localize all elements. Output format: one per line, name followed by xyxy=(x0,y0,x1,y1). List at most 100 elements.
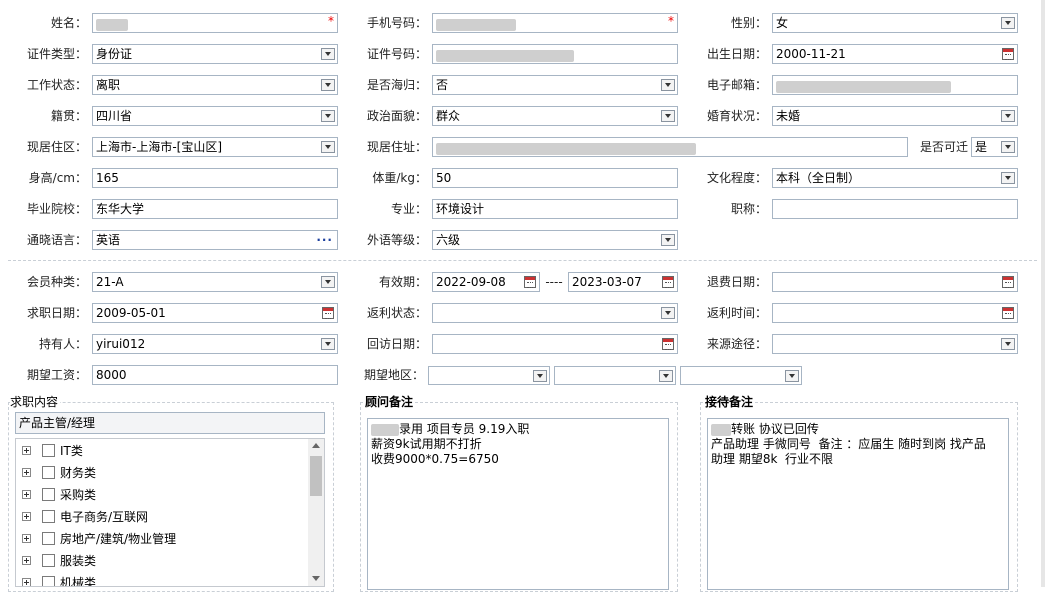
reception-notes-textarea[interactable]: 转账 协议已回传 产品助理 手微同号 备注 ：应届生 随时到岗 找产品 助理 期… xyxy=(707,418,1009,590)
lang-level-select[interactable]: 六级 xyxy=(432,230,678,250)
chevron-down-icon[interactable] xyxy=(533,370,547,382)
chevron-down-icon[interactable] xyxy=(659,370,673,382)
work-status-select[interactable]: 离职 xyxy=(92,75,338,95)
valid-to-field[interactable]: 2023-03-07 xyxy=(568,272,678,292)
id-number-field[interactable] xyxy=(432,44,678,64)
height-label: 身高/cm： xyxy=(28,171,87,185)
checkbox[interactable] xyxy=(42,444,55,457)
tree-item[interactable]: 服装类 xyxy=(16,550,306,572)
rebate-status-select[interactable] xyxy=(432,303,678,323)
chevron-down-icon[interactable] xyxy=(661,234,675,246)
chevron-down-icon[interactable] xyxy=(321,338,335,350)
returnee-select[interactable]: 否 xyxy=(432,75,678,95)
scroll-up-icon[interactable] xyxy=(312,443,320,448)
job-content-title: 求职内容 xyxy=(10,393,61,410)
tree-item[interactable]: 采购类 xyxy=(16,484,306,506)
tree-item[interactable]: IT类 xyxy=(16,440,306,462)
calendar-icon[interactable] xyxy=(1002,48,1014,60)
expand-icon[interactable] xyxy=(22,534,31,543)
chevron-down-icon[interactable] xyxy=(321,79,335,91)
tree-item[interactable]: 房地产/建筑/物业管理 xyxy=(16,528,306,550)
checkbox[interactable] xyxy=(42,488,55,501)
phone-field[interactable]: * xyxy=(432,13,678,33)
scroll-thumb[interactable] xyxy=(310,456,322,496)
member-type-select[interactable]: 21-A xyxy=(92,272,338,292)
expand-icon[interactable] xyxy=(22,556,31,565)
chevron-down-icon[interactable] xyxy=(321,110,335,122)
work-status-value: 离职 xyxy=(96,78,121,92)
name-field[interactable]: * xyxy=(92,13,338,33)
more-icon[interactable]: ··· xyxy=(316,231,333,249)
checkbox[interactable] xyxy=(42,466,55,479)
calendar-icon[interactable] xyxy=(1002,307,1014,319)
valid-from-field[interactable]: 2022-09-08 xyxy=(432,272,540,292)
checkbox[interactable] xyxy=(42,576,55,586)
visit-date-field[interactable] xyxy=(432,334,678,354)
political-select[interactable]: 群众 xyxy=(432,106,678,126)
region-select-1[interactable] xyxy=(428,366,550,385)
calendar-icon[interactable] xyxy=(524,276,536,288)
migrate-select[interactable]: 是 xyxy=(971,137,1018,157)
calendar-icon[interactable] xyxy=(662,276,674,288)
hometown-select[interactable]: 四川省 xyxy=(92,106,338,126)
holder-select[interactable]: yirui012 xyxy=(92,334,338,354)
tree-item-label: 电子商务/互联网 xyxy=(60,510,149,524)
salary-field[interactable]: 8000 xyxy=(92,365,338,385)
district-select[interactable]: 上海市-上海市-[宝山区] xyxy=(92,137,338,157)
refund-date-field[interactable] xyxy=(772,272,1018,292)
birth-date-field[interactable]: 2000-11-21 xyxy=(772,44,1018,64)
chevron-down-icon[interactable] xyxy=(1001,141,1015,153)
migrate-label: 是否可迁 xyxy=(919,140,968,154)
expand-icon[interactable] xyxy=(22,468,31,477)
tree-scrollbar[interactable] xyxy=(308,439,324,586)
chevron-down-icon[interactable] xyxy=(661,307,675,319)
checkbox[interactable] xyxy=(42,554,55,567)
expand-icon[interactable] xyxy=(22,578,31,586)
calendar-icon[interactable] xyxy=(322,307,334,319)
checkbox[interactable] xyxy=(42,510,55,523)
education-select[interactable]: 本科（全日制） xyxy=(772,168,1018,188)
chevron-down-icon[interactable] xyxy=(321,141,335,153)
rebate-time-field[interactable] xyxy=(772,303,1018,323)
major-field[interactable]: 环境设计 xyxy=(432,199,678,219)
language-field[interactable]: 英语 ··· xyxy=(92,230,338,250)
job-date-field[interactable]: 2009-05-01 xyxy=(92,303,338,323)
chevron-down-icon[interactable] xyxy=(661,79,675,91)
expand-icon[interactable] xyxy=(22,446,31,455)
expand-icon[interactable] xyxy=(22,512,31,521)
chevron-down-icon[interactable] xyxy=(1001,17,1015,29)
member-type-label: 会员种类： xyxy=(26,275,87,289)
source-select[interactable] xyxy=(772,334,1018,354)
district-value: 上海市-上海市-[宝山区] xyxy=(96,140,223,154)
marital-select[interactable]: 未婚 xyxy=(772,106,1018,126)
chevron-down-icon[interactable] xyxy=(1001,172,1015,184)
school-field[interactable]: 东华大学 xyxy=(92,199,338,219)
gender-select[interactable]: 女 xyxy=(772,13,1018,33)
job-selected-field[interactable]: 产品主管/经理 xyxy=(15,412,325,434)
title-field[interactable] xyxy=(772,199,1018,219)
tree-item[interactable]: 财务类 xyxy=(16,462,306,484)
chevron-down-icon[interactable] xyxy=(661,110,675,122)
chevron-down-icon[interactable] xyxy=(785,370,799,382)
region-select-3[interactable] xyxy=(680,366,802,385)
expand-icon[interactable] xyxy=(22,490,31,499)
language-label: 通晓语言： xyxy=(26,233,87,247)
calendar-icon[interactable] xyxy=(662,338,674,350)
region-select-2[interactable] xyxy=(554,366,676,385)
chevron-down-icon[interactable] xyxy=(1001,338,1015,350)
chevron-down-icon[interactable] xyxy=(321,48,335,60)
scroll-down-icon[interactable] xyxy=(312,576,320,581)
checkbox[interactable] xyxy=(42,532,55,545)
tree-item[interactable]: 机械类 xyxy=(16,572,306,586)
id-type-select[interactable]: 身份证 xyxy=(92,44,338,64)
calendar-icon[interactable] xyxy=(1002,276,1014,288)
weight-field[interactable]: 50 xyxy=(432,168,678,188)
chevron-down-icon[interactable] xyxy=(321,276,335,288)
chevron-down-icon[interactable] xyxy=(1001,110,1015,122)
email-field[interactable] xyxy=(772,75,1018,95)
tree-item[interactable]: 电子商务/互联网 xyxy=(16,506,306,528)
advisor-notes-title: 顾问备注 xyxy=(365,393,416,410)
address-field[interactable] xyxy=(432,137,908,157)
height-field[interactable]: 165 xyxy=(92,168,338,188)
advisor-notes-textarea[interactable]: 录用 项目专员 9.19入职 薪资9k试用期不打折 收费9000*0.75=67… xyxy=(367,418,669,590)
